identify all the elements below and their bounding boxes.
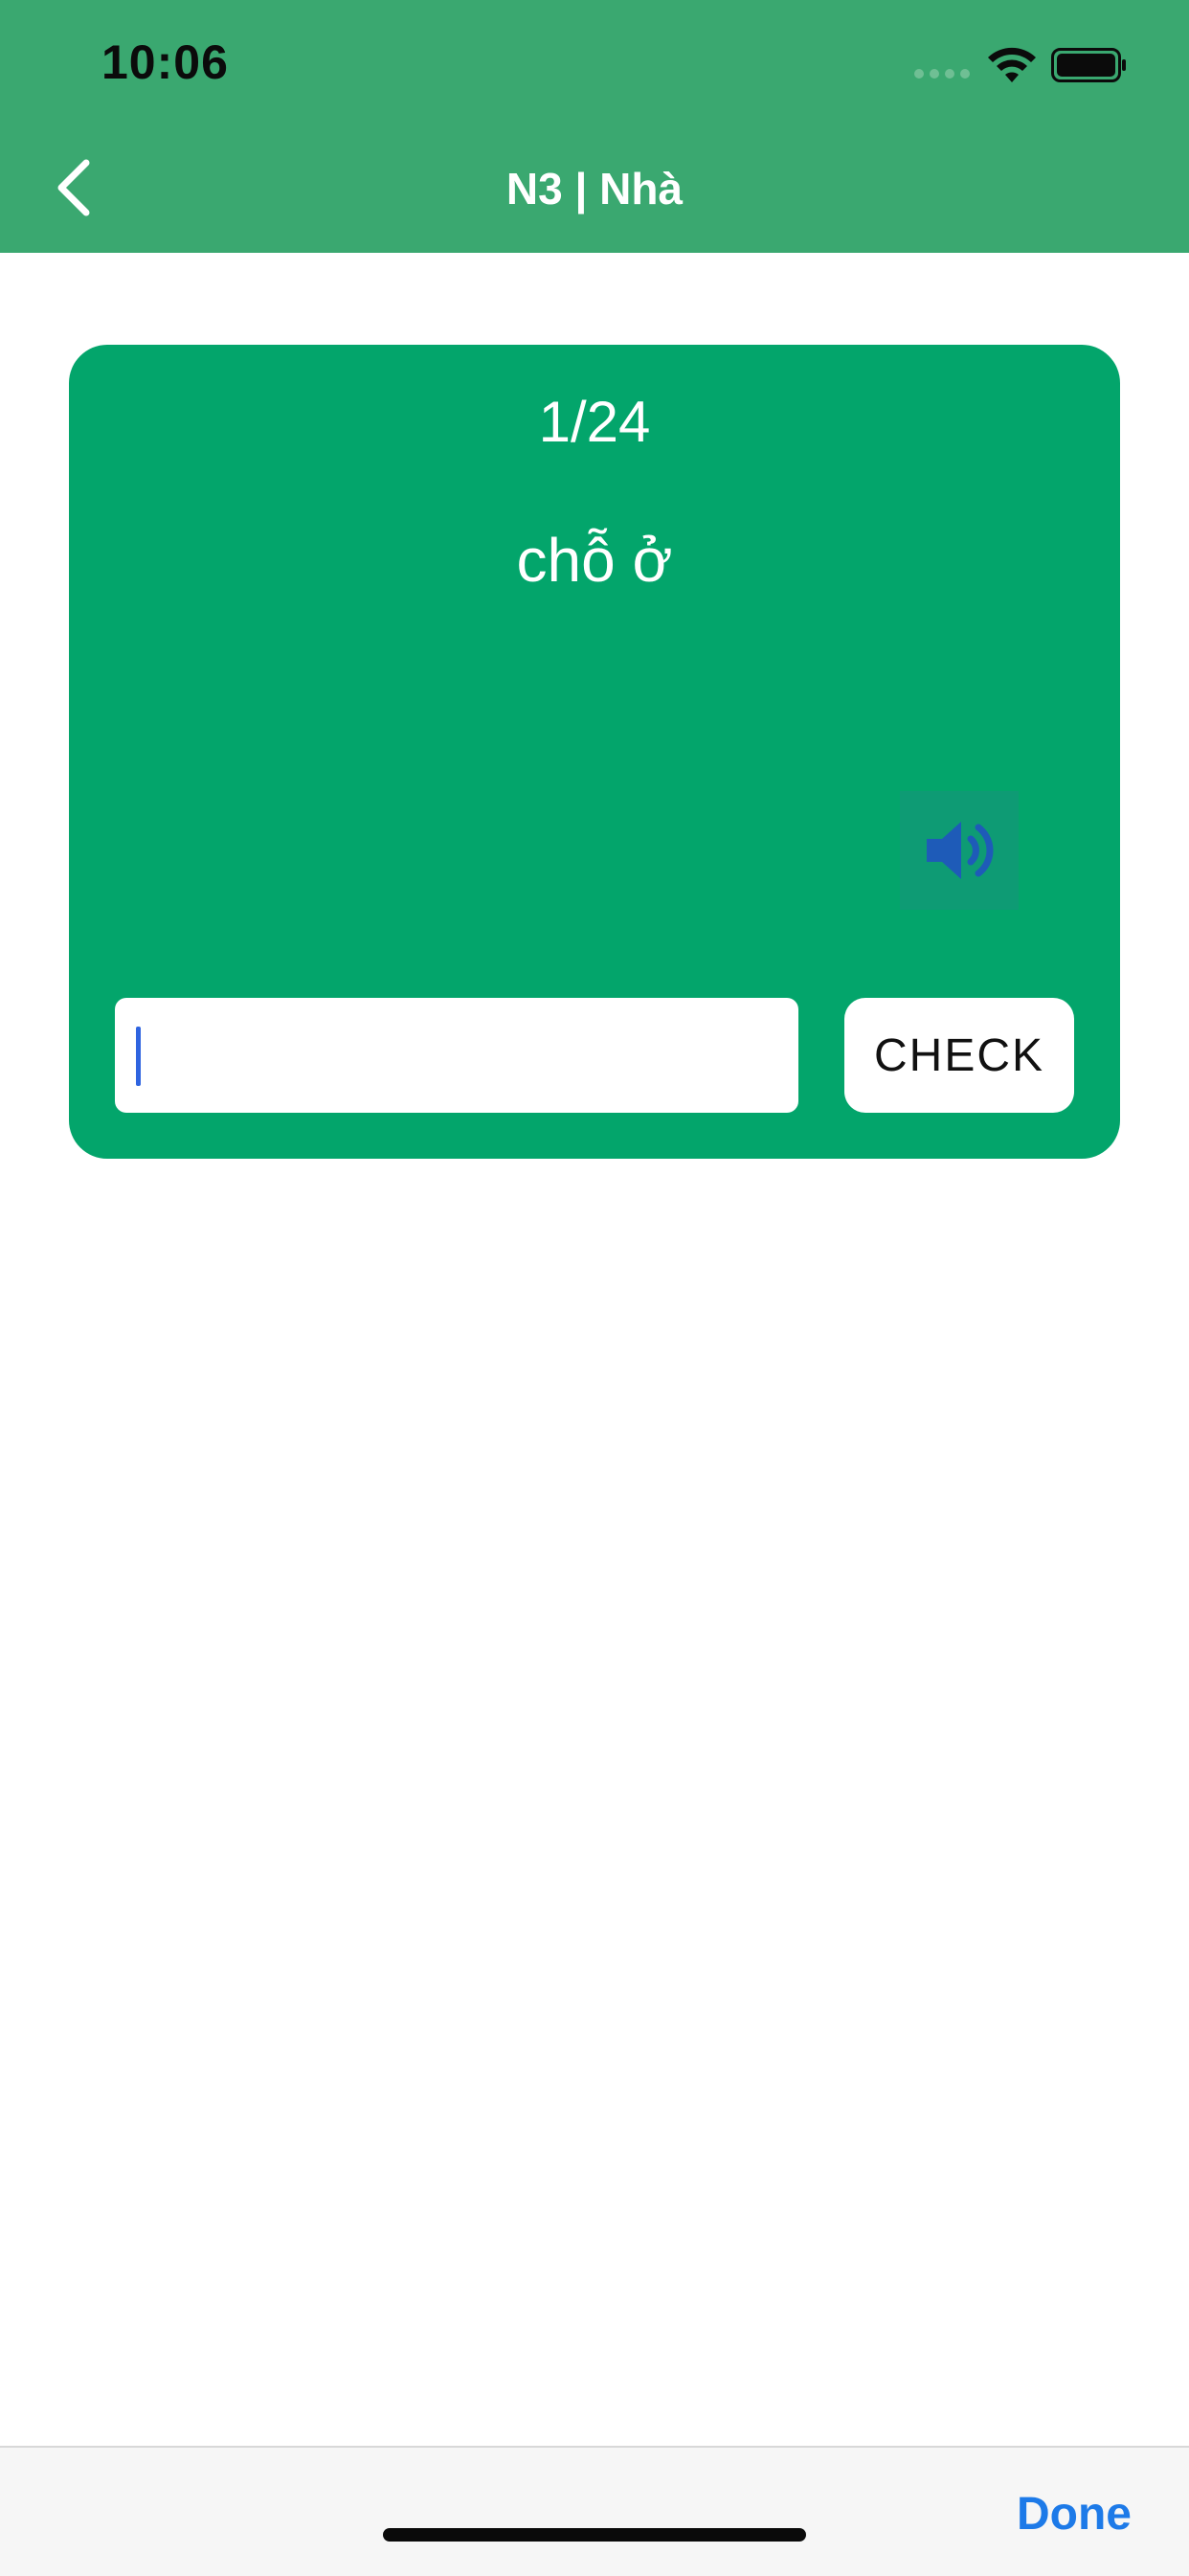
page-title: N3 | Nhà <box>505 164 684 214</box>
wifi-icon <box>988 47 1036 82</box>
text-cursor <box>136 1027 141 1086</box>
check-button[interactable]: CHECK <box>844 998 1074 1113</box>
status-time: 10:06 <box>101 35 229 89</box>
card-word: chỗ ở <box>516 526 673 595</box>
answer-input[interactable] <box>115 998 798 1113</box>
card-progress: 1/24 <box>538 390 651 454</box>
keyboard-toolbar: Done <box>0 2446 1189 2576</box>
play-audio-button[interactable] <box>900 791 1019 910</box>
battery-icon <box>1051 48 1126 82</box>
done-button[interactable]: Done <box>1017 2488 1132 2541</box>
home-indicator[interactable] <box>383 2528 806 2542</box>
header: 10:06 N3 | Nhà <box>0 0 1189 253</box>
speaker-icon <box>927 822 994 879</box>
cellular-signal-icon <box>914 69 970 79</box>
flashcard: 1/24 chỗ ở CHECK <box>69 345 1120 1159</box>
